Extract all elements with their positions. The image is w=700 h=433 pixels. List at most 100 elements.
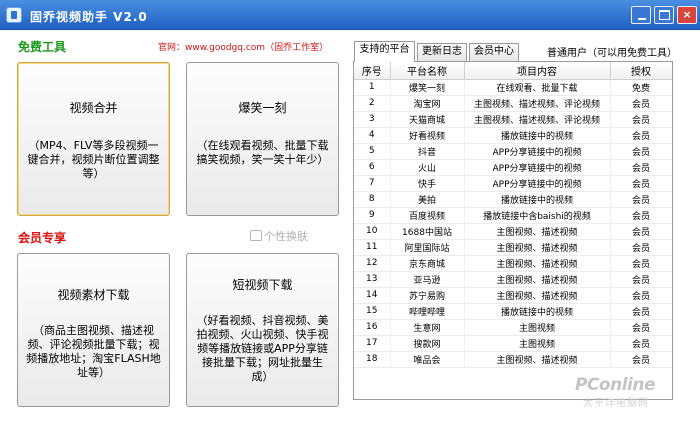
table-row[interactable]: 9 百度视频 播放链接中含baishi的视频 会员 <box>354 207 672 224</box>
tab-supported-platforms[interactable]: 支持的平台 <box>354 41 415 62</box>
table-header-row: 序号 平台名称 项目内容 授权 <box>354 62 672 80</box>
cell-no: 5 <box>354 143 391 160</box>
funny-moment-button[interactable]: 爆笑一刻 （在线观看视频、批量下载搞笑视频，笑一笑十年少） <box>186 62 339 216</box>
watermark-logo: PConline <box>575 375 656 395</box>
header-auth[interactable]: 授权 <box>610 62 672 80</box>
table-row[interactable]: 8 美拍 播放链接中的视频 会员 <box>354 191 672 208</box>
table-row[interactable]: 7 快手 APP分享链接中的视频 会员 <box>354 175 672 192</box>
button-title: 短视频下载 <box>232 278 293 292</box>
cell-platform: 好看视频 <box>390 127 465 144</box>
cell-content: 在线观看、批量下载 <box>464 79 611 96</box>
header-platform[interactable]: 平台名称 <box>390 62 465 80</box>
cell-auth: 免费 <box>610 79 672 96</box>
change-skin-button[interactable]: 个性换肤 <box>250 228 308 244</box>
cell-content: 主图视频 <box>464 319 611 336</box>
cell-auth: 会员 <box>610 255 672 272</box>
table-row[interactable]: 16 生意网 主图视频 会员 <box>354 319 672 336</box>
cell-no: 8 <box>354 191 391 208</box>
maximize-icon <box>659 10 670 20</box>
cell-auth: 会员 <box>610 271 672 288</box>
cell-content: 主图视频、描述视频、评论视频 <box>464 95 611 112</box>
maximize-button[interactable] <box>654 6 674 24</box>
table-row[interactable]: 5 抖音 APP分享链接中的视频 会员 <box>354 143 672 160</box>
table-row[interactable]: 15 哔哩哔哩 播放链接中的视频 会员 <box>354 303 672 320</box>
table-row[interactable]: 4 好看视频 播放链接中的视频 会员 <box>354 127 672 144</box>
table-row[interactable]: 3 天猫商城 主图视频、描述视频、评论视频 会员 <box>354 111 672 128</box>
cell-auth: 会员 <box>610 351 672 368</box>
header-no[interactable]: 序号 <box>354 62 391 80</box>
cell-no: 12 <box>354 255 391 272</box>
cell-platform: 抖音 <box>390 143 465 160</box>
cell-auth: 会员 <box>610 127 672 144</box>
table-row[interactable]: 13 亚马逊 主图视频、描述视频 会员 <box>354 271 672 288</box>
cell-auth: 会员 <box>610 191 672 208</box>
table-row[interactable]: 12 京东商城 主图视频、描述视频 会员 <box>354 255 672 272</box>
cell-no: 15 <box>354 303 391 320</box>
header-content[interactable]: 项目内容 <box>464 62 611 80</box>
cell-auth: 会员 <box>610 287 672 304</box>
cell-auth: 会员 <box>610 111 672 128</box>
cell-content: 主图视频 <box>464 335 611 352</box>
button-title: 视频素材下载 <box>57 288 130 302</box>
free-tools-title: 免费工具 <box>18 40 67 54</box>
cell-platform: 百度视频 <box>390 207 465 224</box>
cell-no: 2 <box>354 95 391 112</box>
cell-auth: 会员 <box>610 239 672 256</box>
cell-platform: 天猫商城 <box>390 111 465 128</box>
short-video-download-button[interactable]: 短视频下载 （好看视频、抖音视频、美拍视频、火山视频、快手视频等播放链接或APP… <box>186 253 339 407</box>
window-title: 固乔视频助手 V2.0 <box>30 10 148 24</box>
vip-tools-title: 会员专享 <box>18 231 67 245</box>
cell-auth: 会员 <box>610 95 672 112</box>
video-merge-button[interactable]: 视频合并 （MP4、FLV等多段视频一键合并，视频片断位置调整等） <box>17 62 170 216</box>
cell-content: 主图视频、描述视频 <box>464 351 611 368</box>
button-description: （好看视频、抖音视频、美拍视频、火山视频、快手视频等播放链接或APP分享链接批量… <box>196 314 329 383</box>
table-row[interactable]: 1 爆笑一刻 在线观看、批量下载 免费 <box>354 79 672 96</box>
table-row[interactable]: 17 搜款网 主图视频 会员 <box>354 335 672 352</box>
cell-no: 7 <box>354 175 391 192</box>
table-row[interactable]: 18 唯品会 主图视频、描述视频 会员 <box>354 351 672 368</box>
table-row[interactable]: 2 淘宝网 主图视频、描述视频、评论视频 会员 <box>354 95 672 112</box>
watermark-subtitle: 太平洋电脑网 <box>583 398 649 409</box>
cell-auth: 会员 <box>610 207 672 224</box>
cell-auth: 会员 <box>610 223 672 240</box>
table-row[interactable]: 11 阿里国际站 主图视频、描述视频 会员 <box>354 239 672 256</box>
title-bar[interactable]: 固乔视频助手 V2.0 × <box>0 0 700 30</box>
cell-content: APP分享链接中的视频 <box>464 159 611 176</box>
button-title: 爆笑一刻 <box>238 101 287 115</box>
cell-no: 18 <box>354 351 391 368</box>
tab-member-center[interactable]: 会员中心 <box>469 43 519 61</box>
cell-auth: 会员 <box>610 143 672 160</box>
cell-platform: 哔哩哔哩 <box>390 303 465 320</box>
button-description: （MP4、FLV等多段视频一键合并，视频片断位置调整等） <box>27 139 160 180</box>
app-icon <box>6 7 22 23</box>
user-status: 普通用户（可以用免费工具） <box>547 48 677 59</box>
cell-content: 播放链接中的视频 <box>464 127 611 144</box>
cell-content: 主图视频、描述视频 <box>464 223 611 240</box>
cell-platform: 唯品会 <box>390 351 465 368</box>
minimize-icon <box>638 18 646 20</box>
cell-content: 播放链接中的视频 <box>464 191 611 208</box>
cell-no: 17 <box>354 335 391 352</box>
button-description: （在线观看视频、批量下载搞笑视频，笑一笑十年少） <box>196 139 329 166</box>
cell-platform: 淘宝网 <box>390 95 465 112</box>
cell-content: 播放链接中含baishi的视频 <box>464 207 611 224</box>
table-row[interactable]: 14 苏宁易购 主图视频、描述视频 会员 <box>354 287 672 304</box>
cell-platform: 搜款网 <box>390 335 465 352</box>
material-download-button[interactable]: 视频素材下载 （商品主图视频、描述视频、评论视频批量下载；视频播放地址；淘宝FL… <box>17 253 170 407</box>
cell-auth: 会员 <box>610 319 672 336</box>
tab-changelog[interactable]: 更新日志 <box>417 43 467 61</box>
minimize-button[interactable] <box>631 6 651 24</box>
cell-platform: 亚马逊 <box>390 271 465 288</box>
cell-no: 13 <box>354 271 391 288</box>
cell-content: APP分享链接中的视频 <box>464 143 611 160</box>
close-button[interactable]: × <box>677 6 697 24</box>
cell-platform: 快手 <box>390 175 465 192</box>
cell-platform: 爆笑一刻 <box>390 79 465 96</box>
table-row[interactable]: 10 1688中国站 主图视频、描述视频 会员 <box>354 223 672 240</box>
cell-content: 主图视频、描述视频 <box>464 271 611 288</box>
tshirt-icon <box>250 230 262 241</box>
cell-no: 1 <box>354 79 391 96</box>
button-description: （商品主图视频、描述视频、评论视频批量下载；视频播放地址；淘宝FLASH地址等） <box>26 324 161 379</box>
table-row[interactable]: 6 火山 APP分享链接中的视频 会员 <box>354 159 672 176</box>
cell-content: 主图视频、描述视频、评论视频 <box>464 111 611 128</box>
